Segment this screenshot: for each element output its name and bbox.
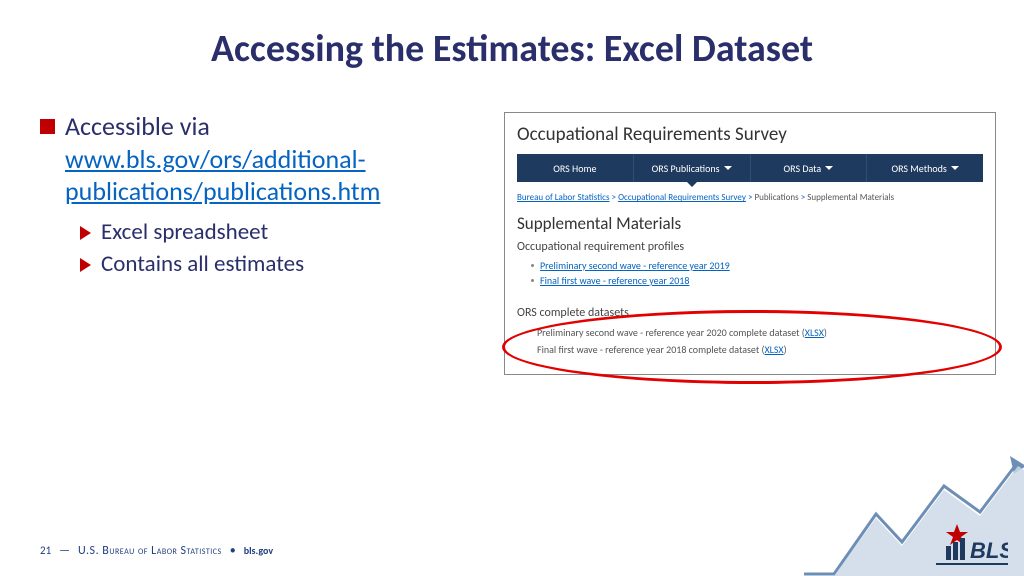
dataset-text: Preliminary second wave - reference year…	[537, 326, 799, 339]
breadcrumb: Bureau of Labor Statistics > Occupationa…	[517, 192, 983, 203]
nav-ors-data[interactable]: ORS Data	[751, 154, 868, 182]
sub-bullet-excel: Excel spreadsheet	[80, 218, 460, 247]
chevron-down-icon	[724, 166, 732, 170]
bullet-accessible-via: Accessible via www.bls.gov/ors/additiona…	[40, 110, 460, 208]
left-column: Accessible via www.bls.gov/ors/additiona…	[40, 110, 460, 283]
dataset-xlsx-link[interactable]: XLSX	[764, 343, 783, 356]
square-bullet-icon	[40, 119, 55, 134]
bls-logo: BLS	[936, 522, 1008, 570]
nav-ors-home[interactable]: ORS Home	[517, 154, 634, 182]
chevron-down-icon	[951, 166, 959, 170]
page-number: 21	[40, 544, 51, 557]
footer-org: U.S. Bureau of Labor Statistics	[78, 544, 222, 558]
footer-separator: •	[230, 544, 236, 558]
profile-link-2018[interactable]: Final first wave - reference year 2018	[531, 273, 983, 288]
dataset-row-2018: Final first wave - reference year 2018 c…	[531, 341, 983, 358]
nav-ors-methods[interactable]: ORS Methods	[867, 154, 983, 182]
triangle-bullet-icon	[80, 258, 91, 272]
svg-text:BLS: BLS	[970, 538, 1008, 563]
ors-publications-link[interactable]: www.bls.gov/ors/additional-publications/…	[65, 143, 380, 208]
dataset-row-2020: Preliminary second wave - reference year…	[531, 324, 983, 341]
footer-dash: —	[59, 544, 70, 558]
crumb-supplemental: Supplemental Materials	[807, 192, 894, 203]
screenshot-navbar: ORS Home ORS Publications ORS Data ORS M…	[517, 154, 983, 182]
triangle-bullet-icon	[80, 226, 91, 240]
sub-bullet-label: Excel spreadsheet	[101, 218, 268, 247]
profile-link-2019[interactable]: Preliminary second wave - reference year…	[531, 258, 983, 273]
dot-bullet-icon	[531, 279, 534, 282]
nav-ors-publications[interactable]: ORS Publications	[634, 154, 751, 182]
webpage-screenshot: Occupational Requirements Survey ORS Hom…	[504, 112, 996, 375]
dataset-xlsx-link[interactable]: XLSX	[805, 326, 824, 339]
dot-bullet-icon	[531, 264, 534, 267]
screenshot-subheading: Supplemental Materials	[517, 213, 983, 234]
footer-site: bls.gov	[244, 544, 273, 557]
profiles-section-label: Occupational requirement profiles	[517, 240, 983, 254]
slide-title: Accessing the Estimates: Excel Dataset	[0, 26, 1024, 72]
datasets-section-label: ORS complete datasets	[517, 306, 983, 320]
crumb-publications: Publications	[754, 192, 798, 203]
dataset-text: Final first wave - reference year 2018 c…	[537, 343, 759, 356]
chevron-down-icon	[825, 166, 833, 170]
screenshot-heading: Occupational Requirements Survey	[517, 123, 983, 146]
crumb-ors[interactable]: Occupational Requirements Survey	[618, 192, 746, 203]
crumb-bls[interactable]: Bureau of Labor Statistics	[517, 192, 610, 203]
bullet-lead-text: Accessible via	[65, 110, 210, 142]
active-tab-caret-icon	[687, 182, 697, 187]
slide-footer: 21 — U.S. Bureau of Labor Statistics • b…	[40, 544, 273, 558]
sub-bullet-estimates: Contains all estimates	[80, 250, 460, 279]
sub-bullet-label: Contains all estimates	[101, 250, 304, 279]
